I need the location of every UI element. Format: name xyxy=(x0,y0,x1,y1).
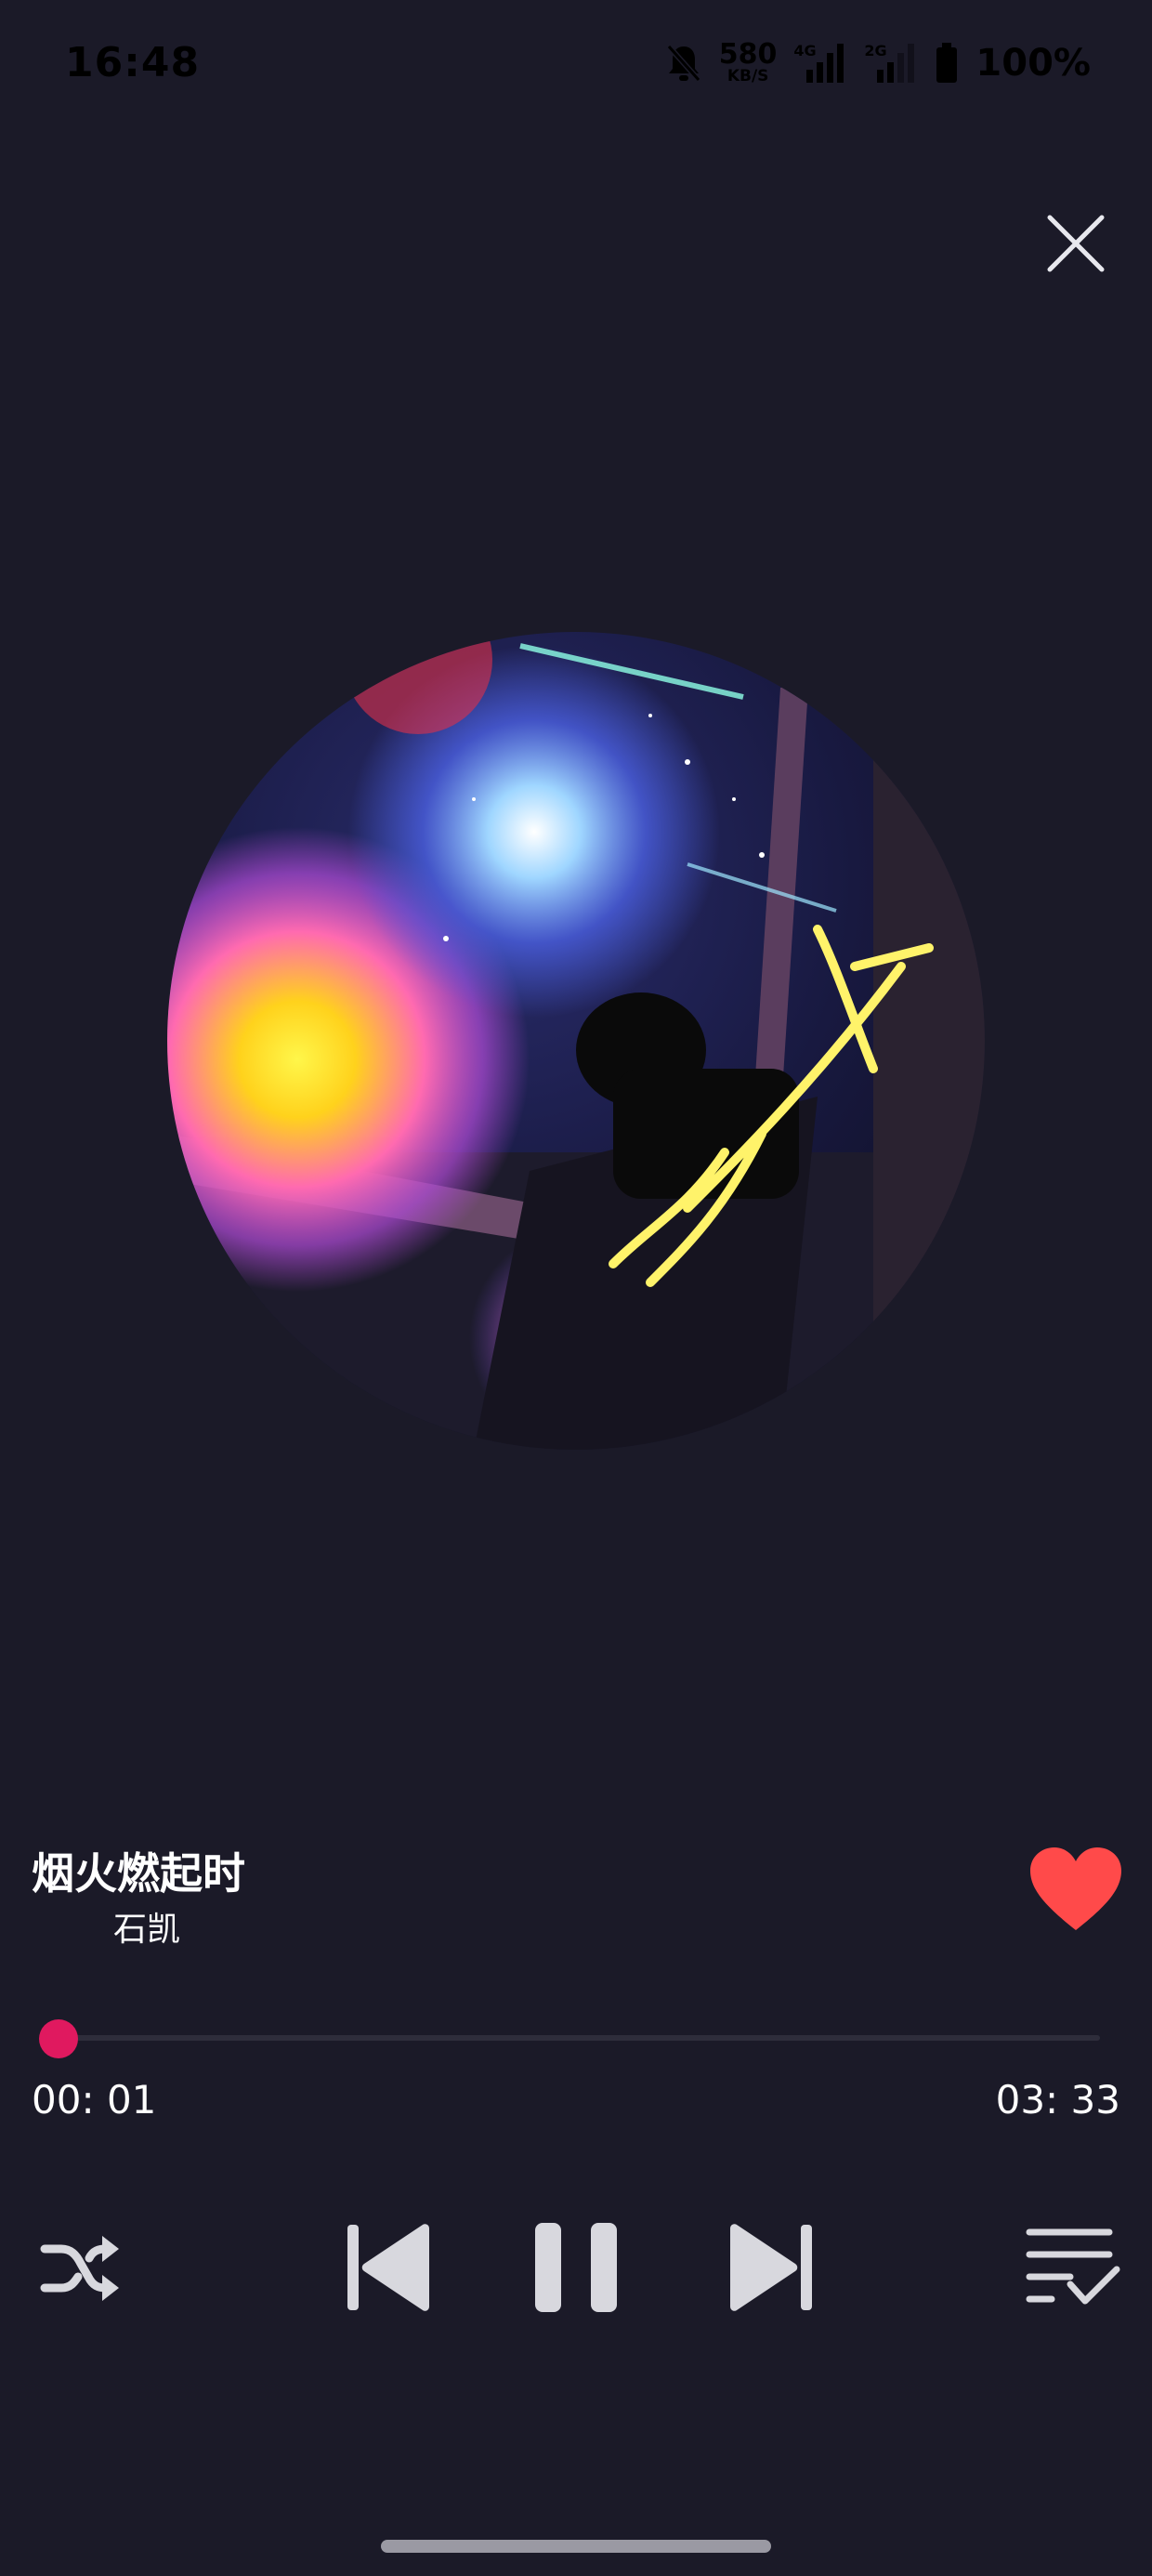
album-cover xyxy=(167,632,985,1450)
network-speed-unit: KB/S xyxy=(727,67,769,85)
network-speed: 580 KB/S xyxy=(719,41,778,85)
playlist-icon xyxy=(1026,2228,1120,2305)
skip-previous-icon xyxy=(347,2224,429,2311)
album-cover-artwork xyxy=(167,632,985,1450)
close-icon xyxy=(1047,215,1105,272)
status-bar: 16:48 580 KB/S 4G 2G 100% xyxy=(0,0,1152,139)
previous-button[interactable] xyxy=(344,2221,437,2314)
cell-signal-weak-icon xyxy=(877,43,915,83)
pause-icon xyxy=(535,2223,617,2312)
playlist-button[interactable] xyxy=(1026,2227,1120,2308)
song-title: 烟火燃起时 xyxy=(32,1848,245,1899)
cell-signal-icon xyxy=(806,43,844,83)
skip-next-icon xyxy=(730,2224,812,2311)
music-player-screen: 16:48 580 KB/S 4G 2G 100% 烟火燃起时 石凯 00: 0… xyxy=(0,0,1152,2576)
network-speed-value: 580 xyxy=(718,38,778,71)
close-button[interactable] xyxy=(1039,206,1113,281)
total-time: 03: 33 xyxy=(995,2077,1120,2123)
progress-knob[interactable] xyxy=(39,2019,78,2058)
status-icons: 580 KB/S 4G 2G 100% xyxy=(665,41,1091,85)
home-indicator[interactable] xyxy=(381,2540,771,2553)
current-time: 00: 01 xyxy=(32,2077,157,2123)
signal-4g: 4G xyxy=(793,42,847,85)
mute-bell-icon xyxy=(666,44,701,82)
battery-icon xyxy=(936,42,958,83)
battery-percent: 100% xyxy=(975,41,1091,85)
shuffle-button[interactable] xyxy=(37,2228,121,2307)
next-button[interactable] xyxy=(723,2221,816,2314)
pause-button[interactable] xyxy=(533,2221,619,2314)
heart-icon xyxy=(1030,1847,1121,1930)
status-time: 16:48 xyxy=(65,39,201,86)
like-button[interactable] xyxy=(1027,1845,1125,1934)
signal-2g: 2G xyxy=(864,42,918,85)
song-artist[interactable]: 石凯 xyxy=(113,1902,180,1951)
shuffle-icon xyxy=(40,2236,119,2301)
progress-track[interactable] xyxy=(58,2035,1100,2041)
